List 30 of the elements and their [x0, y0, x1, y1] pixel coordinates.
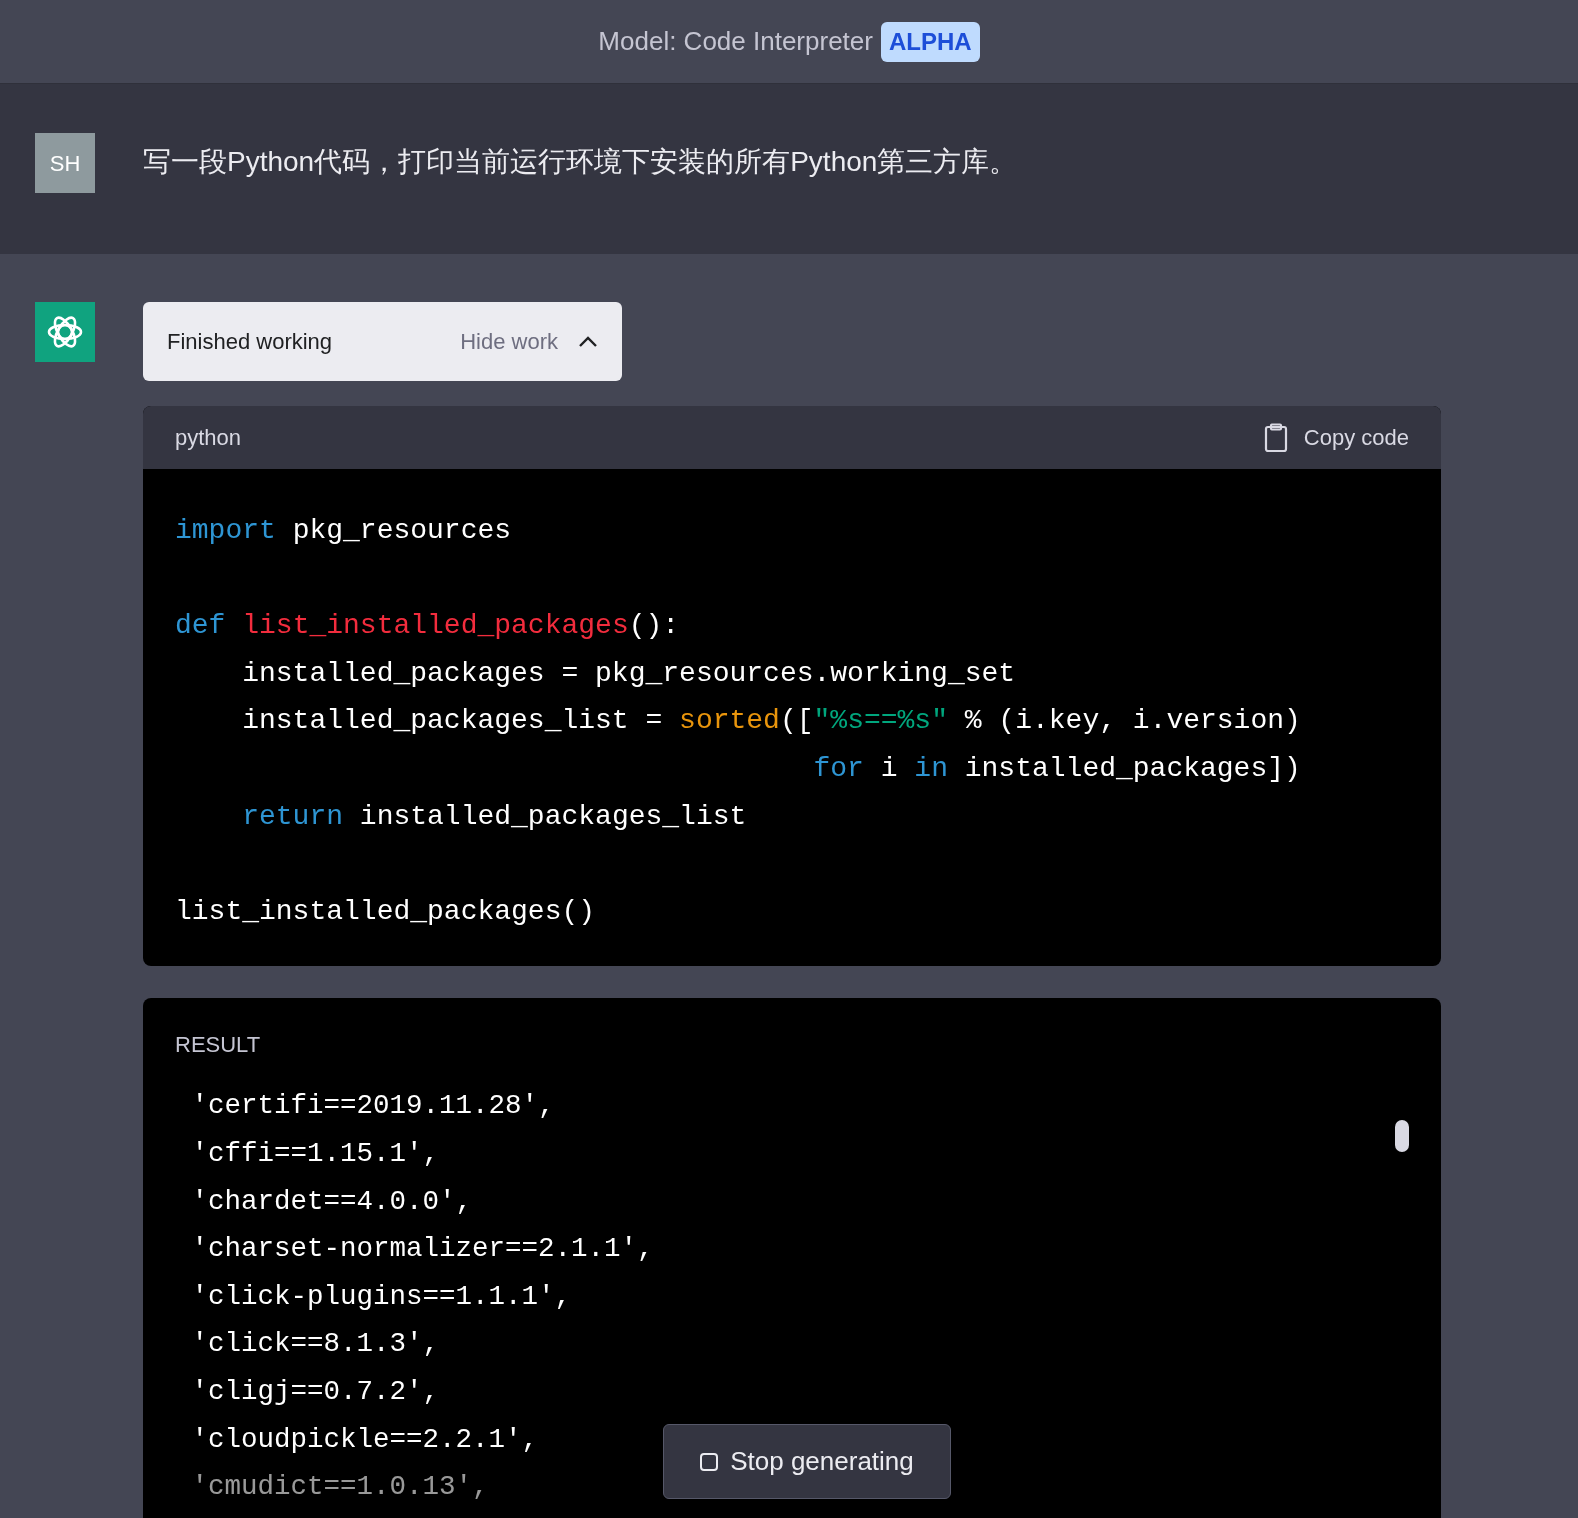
assistant-logo-icon: [35, 302, 95, 362]
code-line: list_installed_packages(): [175, 895, 596, 927]
user-message-text: 写一段Python代码，打印当前运行环境下安装的所有Python第三方库。: [143, 145, 1018, 179]
output-line: 'chardet==4.0.0',: [190, 1184, 473, 1219]
output-line: 'charset-normalizer==2.1.1',: [190, 1232, 654, 1267]
copy-code-button[interactable]: Copy code: [1263, 421, 1409, 454]
language-label: python: [175, 424, 242, 452]
scrollbar-thumb[interactable]: [1395, 1120, 1409, 1153]
output-line: 'certifi==2019.11.28',: [190, 1089, 555, 1124]
code-line: for i in installed_packages]): [812, 752, 1301, 784]
stop-square-icon: [700, 1452, 719, 1471]
output-line: 'cloudpickle==2.2.1',: [190, 1422, 539, 1457]
code-line: return installed_packages_list: [241, 800, 747, 832]
user-avatar: SH: [35, 133, 95, 193]
code-line: def list_installed_packages():: [175, 610, 680, 642]
output-line: 'click==8.1.3',: [190, 1327, 440, 1362]
output-line: 'cligj==0.7.2',: [190, 1374, 440, 1409]
result-label: RESULT: [175, 1031, 262, 1060]
code-line: installed_packages_list = sorted(["%s==%s" % (i.key, i.version): [241, 705, 1301, 737]
output-line: 'cmudict==1.0.13',: [190, 1470, 489, 1505]
alpha-badge: ALPHA: [880, 21, 980, 62]
stop-generating-button[interactable]: Stop generating: [663, 1424, 951, 1500]
model-title: Model: Code Interpreter: [598, 25, 873, 58]
output-line: 'cffi==1.15.1',: [190, 1136, 440, 1171]
hide-work-button[interactable]: Hide work: [460, 325, 598, 358]
code-line: import pkg_resources: [175, 515, 512, 546]
work-status-text: Finished working: [167, 328, 333, 356]
output-line: 'click-plugins==1.1.1',: [190, 1279, 572, 1314]
code-line: installed_packages = pkg_resources.working_set: [241, 657, 1016, 689]
clipboard-icon: [1263, 422, 1288, 453]
